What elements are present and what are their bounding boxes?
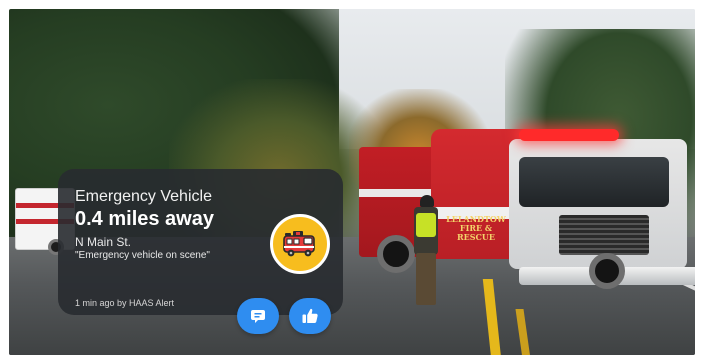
truck-wheel — [589, 253, 625, 289]
comment-icon — [251, 310, 265, 323]
firefighter-vest — [416, 213, 436, 237]
alert-timestamp: 1 min ago by HAAS Alert — [75, 298, 175, 308]
firefighter — [414, 195, 438, 307]
fire-truck: LELANDTOW FIRE & RESCUE — [359, 117, 695, 297]
alert-message: "Emergency vehicle on scene" — [75, 250, 210, 261]
fire-truck-badge — [270, 214, 330, 274]
truck-grille — [559, 215, 649, 255]
comment-button[interactable] — [237, 298, 279, 334]
thumbs-up-icon — [302, 308, 318, 323]
alert-street: N Main St. — [75, 235, 132, 249]
truck-wheel — [377, 235, 415, 273]
like-button[interactable] — [289, 298, 331, 334]
truck-windshield — [519, 157, 669, 207]
alert-distance: 0.4 miles away — [75, 208, 214, 230]
firefighter-legs — [416, 253, 436, 305]
alert-title: Emergency Vehicle — [75, 188, 212, 205]
truck-lightbar — [519, 129, 619, 141]
truck-door-lettering: LELANDTOW FIRE & RESCUE — [446, 214, 506, 242]
firefighter-helmet — [420, 195, 434, 207]
fire-truck-icon — [283, 231, 315, 257]
